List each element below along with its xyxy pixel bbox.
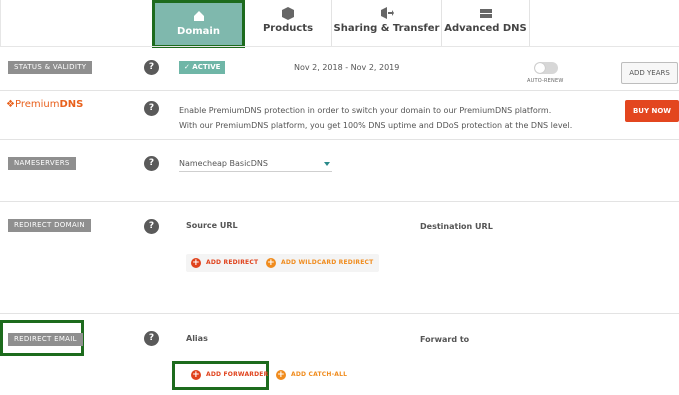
plus-icon: + xyxy=(191,258,201,268)
tab-domain-label: Domain xyxy=(177,26,220,37)
add-wildcard-redirect-button[interactable]: + ADD WILDCARD REDIRECT xyxy=(261,254,380,272)
row-divider xyxy=(0,139,679,140)
box-icon xyxy=(282,7,294,20)
help-icon[interactable]: ? xyxy=(144,219,159,234)
domain-tabs: Domain Products Sharing & Transfer Advan… xyxy=(0,0,679,48)
add-wildcard-label: ADD WILDCARD REDIRECT xyxy=(281,259,374,266)
premiumdns-line-1: Enable PremiumDNS protection in order to… xyxy=(179,106,552,115)
auto-renew-label: AUTO-RENEW xyxy=(527,78,564,84)
buy-now-button[interactable]: BUY NOW xyxy=(625,100,679,122)
logo-suffix: DNS xyxy=(59,99,84,110)
premiumdns-logo: ❖PremiumDNS xyxy=(6,99,83,110)
destination-url-header: Destination URL xyxy=(420,222,493,231)
add-redirect-button[interactable]: + ADD REDIRECT xyxy=(186,254,265,272)
tab-domain[interactable]: Domain xyxy=(152,0,245,48)
status-validity-label: STATUS & VALIDITY xyxy=(8,61,93,74)
nameserver-select-value: Namecheap BasicDNS xyxy=(179,159,268,168)
help-icon[interactable]: ? xyxy=(144,101,159,116)
tab-sharing-transfer-label: Sharing & Transfer xyxy=(333,23,440,34)
tab-products[interactable]: Products xyxy=(245,0,332,46)
chevron-down-icon xyxy=(324,162,330,166)
plus-icon: + xyxy=(266,258,276,268)
row-divider xyxy=(0,201,679,202)
server-icon xyxy=(479,9,492,18)
help-icon[interactable]: ? xyxy=(144,156,159,171)
source-url-header: Source URL xyxy=(186,221,238,230)
tab-advanced-dns[interactable]: Advanced DNS xyxy=(442,0,530,46)
premiumdns-line-2: With our PremiumDNS platform, you get 10… xyxy=(179,121,573,130)
premiumdns-description: Enable PremiumDNS protection in order to… xyxy=(179,103,572,133)
add-forwarder-label: ADD FORWARDER xyxy=(206,371,269,378)
add-catch-all-button[interactable]: + ADD CATCH-ALL xyxy=(271,366,353,384)
share-icon xyxy=(380,7,394,19)
alias-header: Alias xyxy=(186,334,208,343)
row-divider xyxy=(0,313,679,314)
redirect-email-label: REDIRECT EMAIL xyxy=(8,333,83,346)
house-icon xyxy=(193,11,204,21)
forward-to-header: Forward to xyxy=(420,335,470,344)
redirect-domain-label: REDIRECT DOMAIN xyxy=(8,219,91,232)
add-years-button[interactable]: ADD YEARS xyxy=(621,62,678,84)
tabs-bottom-border xyxy=(0,46,679,47)
nameservers-label: NAMESERVERS xyxy=(8,157,76,170)
tab-sharing-transfer[interactable]: Sharing & Transfer xyxy=(332,0,442,46)
add-redirect-label: ADD REDIRECT xyxy=(206,259,259,266)
validity-dates: Nov 2, 2018 - Nov 2, 2019 xyxy=(294,63,400,72)
plus-icon: + xyxy=(191,370,201,380)
nameserver-select[interactable]: Namecheap BasicDNS xyxy=(179,157,332,172)
logo-prefix: Premium xyxy=(14,99,60,110)
auto-renew-toggle[interactable] xyxy=(534,62,558,74)
tab-products-label: Products xyxy=(262,23,314,34)
help-icon[interactable]: ? xyxy=(144,60,159,75)
logo-bolt-icon: ❖ xyxy=(6,99,15,110)
status-badge: ✓ ACTIVE xyxy=(179,61,226,74)
plus-icon: + xyxy=(276,370,286,380)
add-catch-all-label: ADD CATCH-ALL xyxy=(291,371,348,378)
tab-advanced-dns-label: Advanced DNS xyxy=(444,23,527,34)
help-icon[interactable]: ? xyxy=(144,331,159,346)
toggle-knob xyxy=(535,63,545,73)
add-forwarder-button[interactable]: + ADD FORWARDER xyxy=(186,366,274,384)
row-divider xyxy=(0,90,679,91)
